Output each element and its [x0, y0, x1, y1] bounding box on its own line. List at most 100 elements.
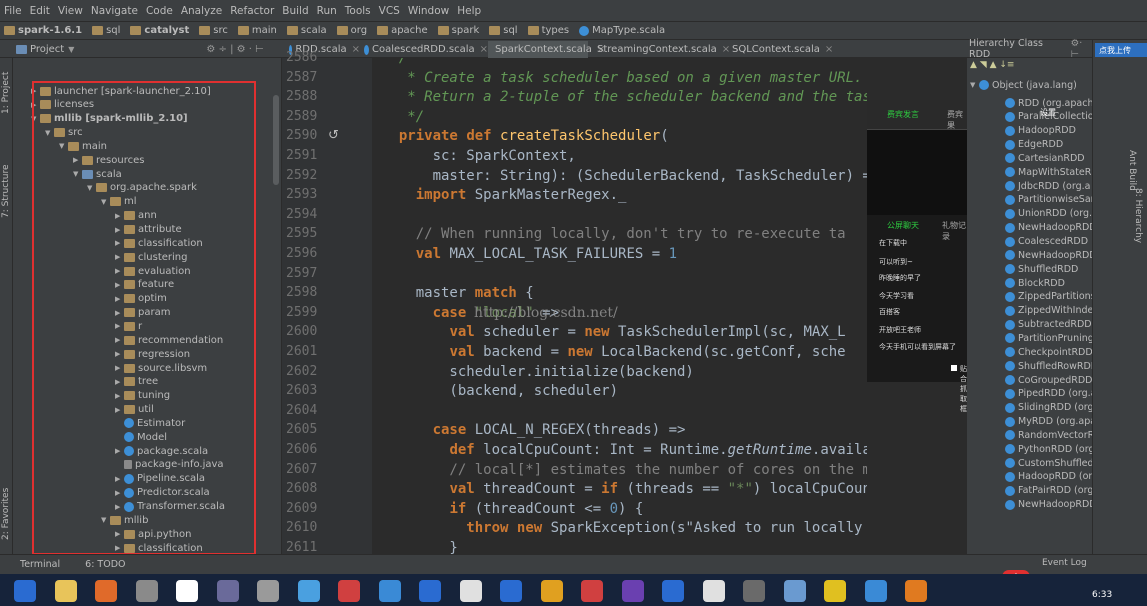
- menu-item-window[interactable]: Window: [408, 5, 449, 17]
- breadcrumb-item[interactable]: sql: [92, 25, 120, 36]
- tab-guest[interactable]: 费宾果: [947, 109, 967, 131]
- hierarchy-item[interactable]: ShuffledRowRDD: [1005, 359, 1092, 373]
- gear-icon[interactable]: ⚙ ÷ | ⚙ · ⊢: [206, 44, 263, 55]
- breadcrumb-item[interactable]: spark-1.6.1: [4, 25, 82, 36]
- hierarchy-item[interactable]: CoGroupedRDD: [1005, 373, 1092, 387]
- hierarchy-item[interactable]: NewHadoopRDD: [1005, 248, 1092, 262]
- menu-item-file[interactable]: File: [4, 5, 22, 17]
- taskbar-app-icon[interactable]: [297, 580, 320, 602]
- close-icon[interactable]: ×: [825, 44, 833, 55]
- tab-coalescedrdd[interactable]: CoalescedRDD.scala ×: [360, 41, 488, 58]
- tab-gift-log[interactable]: 礼物记录: [942, 220, 967, 242]
- tool-structure[interactable]: 7: Structure: [1, 165, 11, 219]
- hierarchy-item[interactable]: MyRDD (org.apa: [1005, 415, 1092, 429]
- taskbar-app-icon[interactable]: [135, 580, 158, 602]
- taskbar-app-icon[interactable]: [500, 580, 522, 602]
- menu-item-view[interactable]: View: [58, 5, 83, 17]
- hierarchy-item[interactable]: EdgeRDD: [1005, 138, 1063, 152]
- hierarchy-item[interactable]: NewHadoopRDD: [1005, 221, 1092, 235]
- taskbar-app-icon[interactable]: [581, 580, 603, 602]
- taskbar-app-icon[interactable]: [257, 580, 279, 602]
- hierarchy-item[interactable]: ZippedWithIndexRDD: [1005, 304, 1092, 318]
- gear-icon[interactable]: ⚙· ⊢: [1071, 38, 1092, 60]
- tab-streamingcontext[interactable]: StreamingContext.scala ×: [590, 41, 730, 58]
- breadcrumb-item[interactable]: types: [527, 25, 569, 36]
- breadcrumb-item[interactable]: apache: [377, 25, 428, 36]
- hierarchy-item[interactable]: ShuffledRDD: [1005, 262, 1078, 276]
- breadcrumb-item[interactable]: spark: [437, 25, 479, 36]
- hierarchy-item[interactable]: ZippedPartitionsRDD: [1005, 290, 1092, 304]
- tool-project[interactable]: 1: Project: [1, 72, 11, 114]
- taskbar-app-icon[interactable]: [702, 580, 725, 602]
- hierarchy-item[interactable]: MapWithStateRDD: [1005, 165, 1092, 179]
- taskbar-app-icon[interactable]: [338, 580, 360, 602]
- taskbar-app-icon[interactable]: [378, 580, 401, 602]
- hierarchy-root[interactable]: ▼ Object (java.lang): [970, 78, 1077, 92]
- override-icon[interactable]: ↺: [328, 128, 339, 143]
- taskbar-app-icon[interactable]: [783, 580, 806, 602]
- breadcrumb-item[interactable]: MapType.scala: [579, 25, 665, 36]
- code-editor[interactable]: /** * Create a task scheduler based on a…: [372, 58, 867, 554]
- taskbar-app-icon[interactable]: [95, 580, 117, 602]
- hierarchy-item[interactable]: CoalescedRDD: [1005, 235, 1088, 249]
- hierarchy-item[interactable]: RandomVectorRDD: [1005, 428, 1092, 442]
- hierarchy-item[interactable]: CartesianRDD: [1005, 151, 1085, 165]
- hierarchy-item[interactable]: CheckpointRDD: [1005, 345, 1092, 359]
- taskbar-app-icon[interactable]: [14, 580, 36, 602]
- breadcrumb-item[interactable]: main: [237, 25, 277, 36]
- hierarchy-toolbar[interactable]: ▲ ◥ ▲ ↓≡: [970, 60, 1014, 70]
- menu-item-code[interactable]: Code: [146, 5, 173, 17]
- taskbar-app-icon[interactable]: [419, 580, 441, 602]
- taskbar-app-icon[interactable]: [864, 580, 887, 602]
- tab-sparkcontext[interactable]: SparkContext.scala ×: [488, 41, 605, 58]
- menu-item-run[interactable]: Run: [317, 5, 337, 17]
- hierarchy-item[interactable]: NewHadoopRDD: [1005, 498, 1092, 512]
- menu-item-navigate[interactable]: Navigate: [91, 5, 138, 17]
- hierarchy-item[interactable]: SubtractedRDD: [1005, 318, 1092, 332]
- hierarchy-item[interactable]: FatPairRDD (org: [1005, 484, 1092, 498]
- taskbar-app-icon[interactable]: [540, 580, 563, 602]
- todo-tab[interactable]: 6: TODO: [85, 559, 125, 570]
- chevron-down-icon[interactable]: ▼: [68, 45, 74, 54]
- taskbar-app-icon[interactable]: [176, 580, 198, 602]
- menu-item-tools[interactable]: Tools: [345, 5, 371, 17]
- taskbar-app-icon[interactable]: [216, 580, 239, 602]
- hierarchy-item[interactable]: PartitionPruningRDD: [1005, 331, 1092, 345]
- terminal-tab[interactable]: Terminal: [20, 559, 60, 570]
- breadcrumb-item[interactable]: org: [336, 25, 367, 36]
- tab-public-chat[interactable]: 公屏聊天: [887, 220, 919, 231]
- menu-item-help[interactable]: Help: [457, 5, 481, 17]
- taskbar-app-icon[interactable]: [459, 580, 482, 602]
- hierarchy-item[interactable]: JdbcRDD (org.a: [1005, 179, 1090, 193]
- hierarchy-item[interactable]: SlidingRDD (org.: [1005, 401, 1092, 415]
- tool-ant-build[interactable]: Ant Build: [1127, 150, 1137, 191]
- taskbar-app-icon[interactable]: [824, 580, 846, 602]
- hierarchy-item[interactable]: CustomShuffledRDD: [1005, 456, 1092, 470]
- tool-hierarchy[interactable]: 8: Hierarchy: [1133, 188, 1143, 243]
- menu-item-analyze[interactable]: Analyze: [181, 5, 222, 17]
- breadcrumb-item[interactable]: src: [199, 25, 228, 36]
- taskbar-app-icon[interactable]: [662, 580, 684, 602]
- hierarchy-item[interactable]: PythonRDD (org: [1005, 442, 1092, 456]
- settings-button[interactable]: 设置: [1040, 107, 1056, 118]
- project-panel-header[interactable]: Project ▼ ⚙ ÷ | ⚙ · ⊢: [0, 40, 282, 58]
- breadcrumb-item[interactable]: scala: [286, 25, 327, 36]
- menu-item-refactor[interactable]: Refactor: [230, 5, 274, 17]
- close-icon[interactable]: ×: [352, 44, 360, 55]
- checkbox[interactable]: [951, 365, 957, 371]
- tab-sqlcontext[interactable]: SQLContext.scala ×: [725, 41, 833, 58]
- tool-favorites[interactable]: 2: Favorites: [1, 488, 11, 540]
- menu-item-build[interactable]: Build: [282, 5, 308, 17]
- event-log-tab[interactable]: Event Log: [1042, 558, 1087, 568]
- hierarchy-item[interactable]: HadoopRDD: [1005, 124, 1076, 138]
- breadcrumb-item[interactable]: catalyst: [130, 25, 189, 36]
- taskbar-app-icon[interactable]: [54, 580, 77, 602]
- upload-button[interactable]: 点我上传: [1095, 43, 1147, 57]
- tab-speak[interactable]: 费宾发言: [887, 109, 919, 120]
- hierarchy-item[interactable]: PipedRDD (org.a: [1005, 387, 1092, 401]
- hierarchy-item[interactable]: UnionRDD (org.a: [1005, 207, 1092, 221]
- hierarchy-item[interactable]: HadoopRDD (or: [1005, 470, 1092, 484]
- taskbar-app-icon[interactable]: [905, 580, 927, 602]
- breadcrumb-item[interactable]: sql: [489, 25, 518, 36]
- menu-item-vcs[interactable]: VCS: [379, 5, 400, 17]
